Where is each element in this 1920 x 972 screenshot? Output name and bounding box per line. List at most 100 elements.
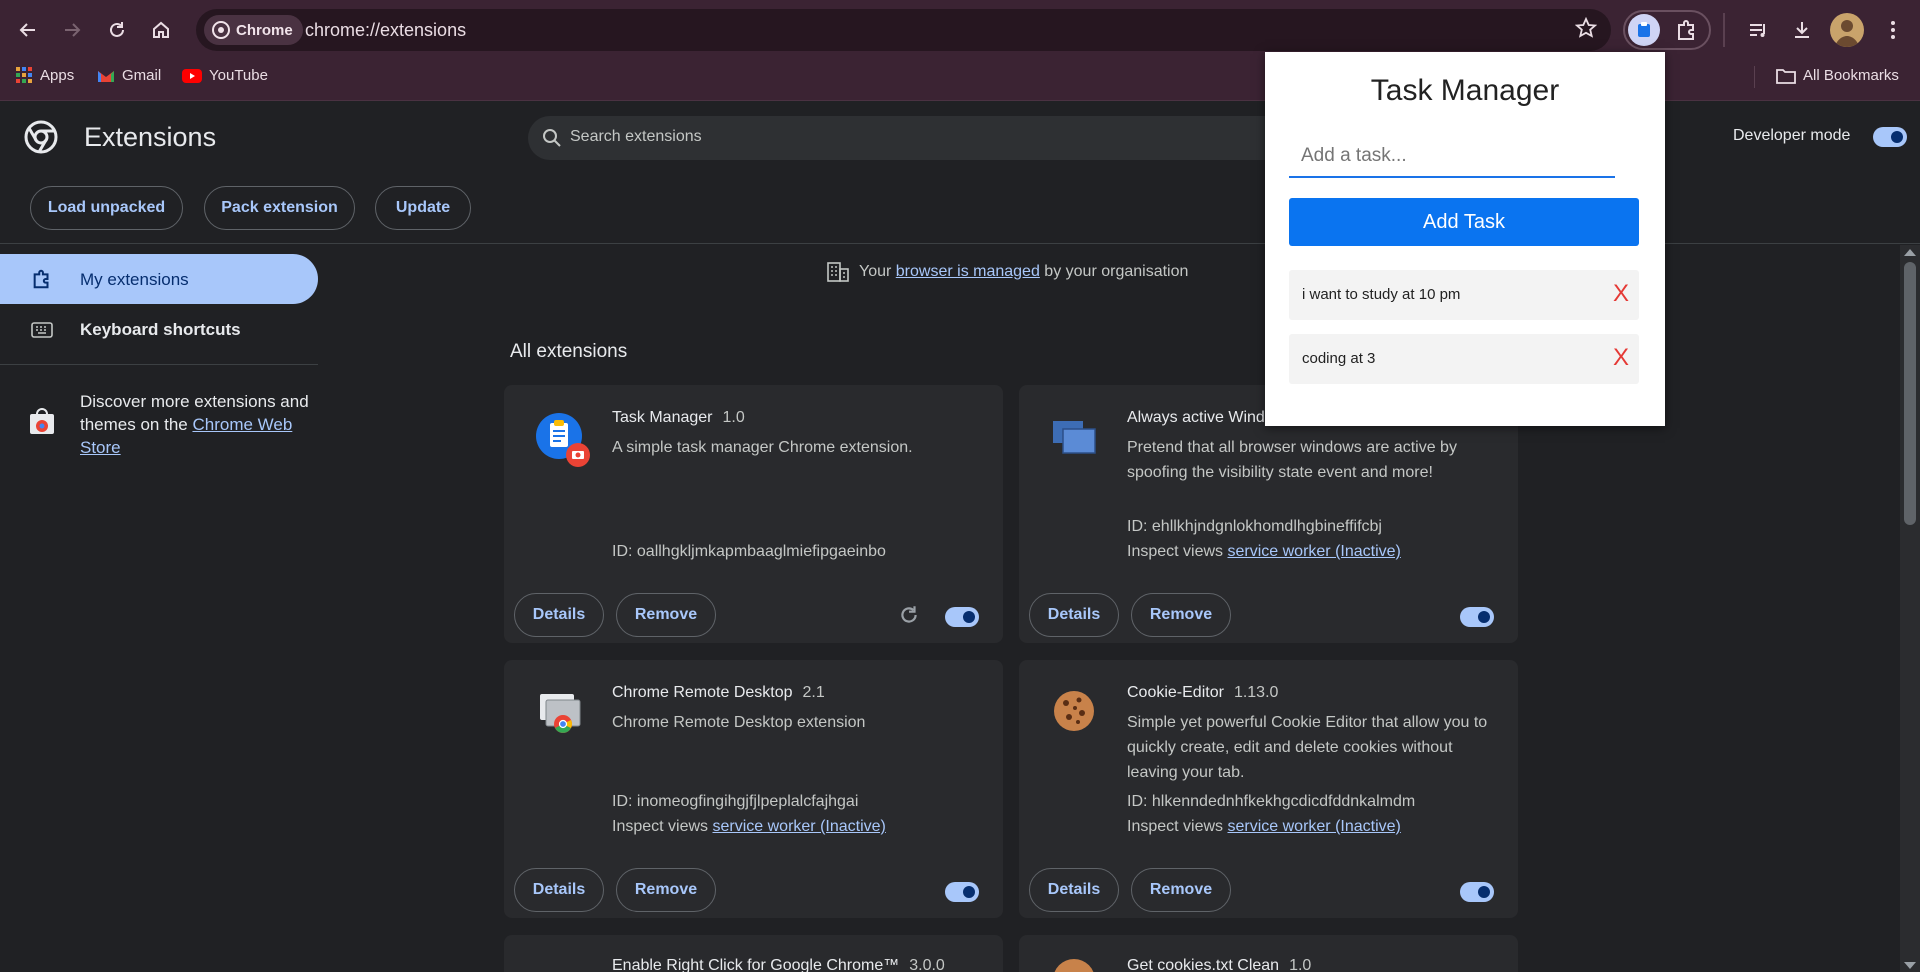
managed-suffix: by your organisation	[1039, 263, 1189, 280]
extension-name-text: Get cookies.txt Clean	[1127, 957, 1280, 972]
task-manager-popup: Task Manager Add Task i want to study at…	[1265, 52, 1665, 426]
task-text: i want to study at 10 pm	[1302, 286, 1461, 303]
extension-version: 1.13.0	[1233, 684, 1279, 701]
inspect-views: Inspect views service worker (Inactive)	[612, 818, 886, 836]
always-active-window-icon	[1049, 411, 1103, 465]
home-icon[interactable]	[145, 14, 177, 46]
sidebar-item-keyboard-shortcuts[interactable]: Keyboard shortcuts	[80, 320, 241, 340]
media-queue-icon[interactable]	[1742, 14, 1774, 46]
managed-notice: Your browser is managed by your organisa…	[827, 262, 1188, 282]
extension-version: 2.1	[802, 684, 825, 701]
folder-icon	[1776, 68, 1796, 84]
extension-name-text: Task Manager	[612, 409, 713, 426]
download-icon[interactable]	[1786, 14, 1818, 46]
delete-task-button[interactable]: X	[1613, 280, 1629, 308]
reload-icon[interactable]	[101, 14, 133, 46]
page-title: Extensions	[84, 122, 217, 152]
extension-description: A simple task manager Chrome extension.	[612, 439, 913, 456]
developer-mode-toggle[interactable]	[1873, 127, 1907, 147]
bookmark-gmail-label: Gmail	[122, 67, 162, 84]
extension-name: Task Manager 1.0	[612, 409, 745, 427]
service-worker-link[interactable]: service worker (Inactive)	[1228, 818, 1401, 835]
service-worker-link[interactable]: service worker (Inactive)	[713, 818, 886, 835]
extension-id: ID: inomeogfingihgjfjlpeplalcfajhgai	[612, 793, 859, 810]
site-chip-label: Chrome	[236, 21, 293, 39]
sidebar-divider	[0, 364, 318, 365]
task-text: coding at 3	[1302, 350, 1376, 367]
web-store-icon	[28, 408, 56, 441]
all-bookmarks[interactable]: All Bookmarks	[1776, 67, 1899, 84]
discover-more-text: Discover more extensions and themes on t…	[80, 390, 310, 459]
chrome-remote-desktop-icon	[534, 686, 588, 740]
details-button[interactable]: Details	[1029, 868, 1119, 912]
inspect-views-label: Inspect views	[1127, 543, 1224, 560]
developer-mode-label: Developer mode	[1733, 127, 1851, 144]
load-unpacked-button[interactable]: Load unpacked	[30, 186, 183, 230]
search-extensions-input[interactable]: Search extensions	[528, 116, 1288, 160]
extension-name-text: Enable Right Click for Google Chrome™	[612, 957, 900, 972]
menu-kebab-icon[interactable]	[1877, 14, 1909, 46]
chrome-logo-icon	[24, 120, 58, 159]
keyboard-icon	[31, 322, 53, 343]
reload-extension-icon[interactable]	[898, 604, 920, 631]
bookmark-gmail[interactable]: Gmail	[97, 67, 161, 84]
pack-extension-button[interactable]: Pack extension	[204, 186, 355, 230]
extension-name: Enable Right Click for Google Chrome™ 3.0…	[612, 957, 945, 972]
extension-version: 1.0	[722, 409, 745, 426]
details-button[interactable]: Details	[514, 593, 604, 637]
get-cookies-icon	[1053, 959, 1095, 972]
extension-enable-toggle[interactable]	[945, 882, 979, 902]
all-bookmarks-label: All Bookmarks	[1803, 67, 1899, 84]
address-bar[interactable]: Chrome chrome://extensions	[196, 9, 1611, 51]
extension-description: Simple yet powerful Cookie Editor that a…	[1127, 714, 1488, 781]
extension-id: ID: oallhgkljmkapmbaaglmiefipgaeinbo	[612, 543, 886, 560]
site-chip[interactable]: Chrome	[204, 15, 303, 45]
scrollbar-thumb[interactable]	[1904, 262, 1916, 525]
extension-card-task-manager: Task Manager 1.0 A simple task manager Ch…	[504, 385, 1003, 643]
back-icon[interactable]	[12, 14, 44, 46]
section-title: All extensions	[510, 341, 628, 362]
update-button[interactable]: Update	[375, 186, 471, 230]
extension-toolbar-group	[1623, 10, 1711, 50]
search-placeholder: Search extensions	[570, 128, 702, 145]
extension-name: Chrome Remote Desktop 2.1	[612, 684, 825, 702]
bookmark-star-icon[interactable]	[1574, 16, 1598, 44]
profile-avatar[interactable]	[1830, 13, 1864, 47]
browser-managed-link[interactable]: browser is managed	[896, 263, 1040, 280]
browser-toolbar: Chrome chrome://extensions	[0, 0, 1920, 60]
chrome-logo-icon	[212, 21, 230, 39]
task-manager-extension-icon[interactable]	[1628, 14, 1660, 46]
delete-task-button[interactable]: X	[1613, 344, 1629, 372]
bookmark-youtube[interactable]: YouTube	[182, 67, 268, 84]
bookmark-apps[interactable]: Apps	[16, 67, 74, 84]
extensions-puzzle-icon[interactable]	[1675, 18, 1699, 47]
details-button[interactable]: Details	[1029, 593, 1119, 637]
url-text: chrome://extensions	[305, 20, 467, 40]
scroll-down-icon[interactable]	[1904, 962, 1916, 969]
remove-button[interactable]: Remove	[616, 593, 716, 637]
toolbar-divider	[1723, 13, 1725, 47]
extension-enable-toggle[interactable]	[1460, 607, 1494, 627]
extension-enable-toggle[interactable]	[1460, 882, 1494, 902]
details-button[interactable]: Details	[514, 868, 604, 912]
bookmark-apps-label: Apps	[40, 67, 75, 84]
apps-grid-icon	[16, 67, 32, 83]
remove-button[interactable]: Remove	[1131, 593, 1231, 637]
inspect-views-label: Inspect views	[1127, 818, 1224, 835]
extension-name: Get cookies.txt Clean 1.0	[1127, 957, 1311, 972]
bookmarks-divider	[1754, 66, 1755, 88]
building-icon	[827, 262, 849, 282]
forward-icon[interactable]	[56, 14, 88, 46]
service-worker-link[interactable]: service worker (Inactive)	[1228, 543, 1401, 560]
extension-enable-toggle[interactable]	[945, 607, 979, 627]
inspect-views: Inspect views service worker (Inactive)	[1127, 818, 1401, 836]
task-input[interactable]	[1289, 136, 1615, 178]
add-task-button[interactable]: Add Task	[1289, 198, 1639, 246]
remove-button[interactable]: Remove	[1131, 868, 1231, 912]
extension-name: Always active Window	[1127, 409, 1285, 427]
scroll-up-icon[interactable]	[1904, 249, 1916, 256]
extension-id: ID: hlkenndednhfkekhgcdicdfddnkalmdm	[1127, 793, 1416, 810]
inspect-views: Inspect views service worker (Inactive)	[1127, 543, 1401, 561]
remove-button[interactable]: Remove	[616, 868, 716, 912]
task-manager-icon	[534, 411, 590, 467]
